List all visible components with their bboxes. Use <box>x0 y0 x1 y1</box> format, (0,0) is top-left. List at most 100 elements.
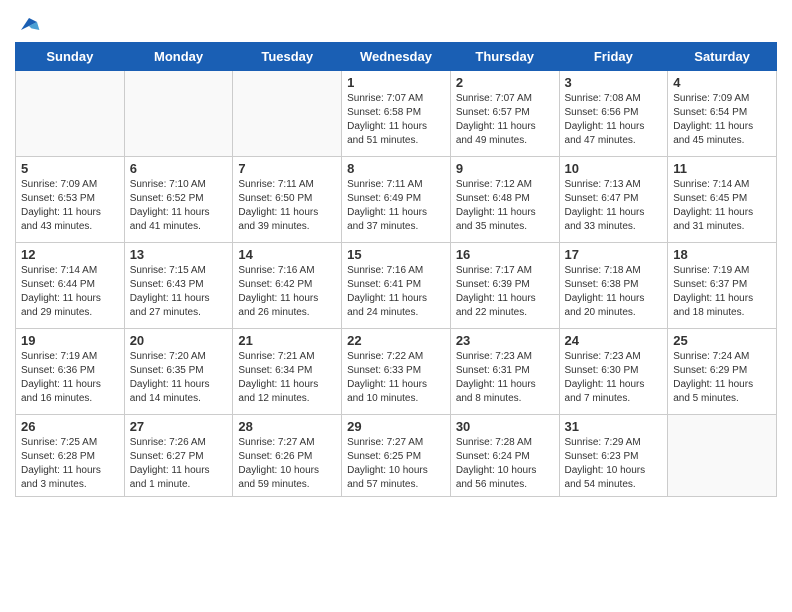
day-number: 8 <box>347 161 445 176</box>
day-info: Sunrise: 7:23 AM Sunset: 6:30 PM Dayligh… <box>565 350 663 406</box>
day-info: Sunrise: 7:15 AM Sunset: 6:43 PM Dayligh… <box>130 264 228 320</box>
col-saturday: Saturday <box>668 43 777 71</box>
day-number: 27 <box>130 419 228 434</box>
table-row: 9 Sunrise: 7:12 AM Sunset: 6:48 PM Daylig… <box>450 157 559 243</box>
table-row: 1 Sunrise: 7:07 AM Sunset: 6:58 PM Daylig… <box>342 71 451 157</box>
day-number: 23 <box>456 333 554 348</box>
table-row: 10 Sunrise: 7:13 AM Sunset: 6:47 PM Dayli… <box>559 157 668 243</box>
table-row: 25 Sunrise: 7:24 AM Sunset: 6:29 PM Dayli… <box>668 329 777 415</box>
day-info: Sunrise: 7:09 AM Sunset: 6:53 PM Dayligh… <box>21 178 119 234</box>
day-info: Sunrise: 7:19 AM Sunset: 6:37 PM Dayligh… <box>673 264 771 320</box>
day-info: Sunrise: 7:10 AM Sunset: 6:52 PM Dayligh… <box>130 178 228 234</box>
table-row: 7Sunrise: 7:11 AM Sunset: 6:50 PM Daylig… <box>233 157 342 243</box>
day-number: 18 <box>673 247 771 262</box>
table-row: 13 Sunrise: 7:15 AM Sunset: 6:43 PM Dayli… <box>124 243 233 329</box>
day-info: Sunrise: 7:28 AM Sunset: 6:24 PM Dayligh… <box>456 436 554 492</box>
day-number: 24 <box>565 333 663 348</box>
table-row: 14 Sunrise: 7:16 AM Sunset: 6:42 PM Dayli… <box>233 243 342 329</box>
table-row: 17 Sunrise: 7:18 AM Sunset: 6:38 PM Dayli… <box>559 243 668 329</box>
day-info: Sunrise: 7:16 AM Sunset: 6:42 PM Dayligh… <box>238 264 336 320</box>
table-row: 3 Sunrise: 7:08 AM Sunset: 6:56 PM Daylig… <box>559 71 668 157</box>
day-info: Sunrise: 7:26 AM Sunset: 6:27 PM Dayligh… <box>130 436 228 492</box>
calendar-table: Sunday Monday Tuesday Wednesday Thursday… <box>15 42 777 497</box>
day-number: 16 <box>456 247 554 262</box>
calendar-week-2: 5 Sunrise: 7:09 AM Sunset: 6:53 PM Daylig… <box>16 157 777 243</box>
day-number: 19 <box>21 333 119 348</box>
day-number: 13 <box>130 247 228 262</box>
day-number: 29 <box>347 419 445 434</box>
table-row: 2 Sunrise: 7:07 AM Sunset: 6:57 PM Daylig… <box>450 71 559 157</box>
day-number: 7 <box>238 161 336 176</box>
table-row: 30 Sunrise: 7:28 AM Sunset: 6:24 PM Dayli… <box>450 415 559 497</box>
day-info: Sunrise: 7:19 AM Sunset: 6:36 PM Dayligh… <box>21 350 119 406</box>
day-number: 12 <box>21 247 119 262</box>
day-number: 30 <box>456 419 554 434</box>
day-info: Sunrise: 7:20 AM Sunset: 6:35 PM Dayligh… <box>130 350 228 406</box>
table-row: 11 Sunrise: 7:14 AM Sunset: 6:45 PM Dayli… <box>668 157 777 243</box>
table-row: 29 Sunrise: 7:27 AM Sunset: 6:25 PM Dayli… <box>342 415 451 497</box>
day-number: 9 <box>456 161 554 176</box>
logo <box>15 14 41 34</box>
table-row: 12Sunrise: 7:14 AM Sunset: 6:44 PM Dayli… <box>16 243 125 329</box>
day-info: Sunrise: 7:27 AM Sunset: 6:26 PM Dayligh… <box>238 436 336 492</box>
day-number: 14 <box>238 247 336 262</box>
calendar-week-4: 19 Sunrise: 7:19 AM Sunset: 6:36 PM Dayli… <box>16 329 777 415</box>
col-thursday: Thursday <box>450 43 559 71</box>
day-info: Sunrise: 7:14 AM Sunset: 6:45 PM Dayligh… <box>673 178 771 234</box>
day-number: 1 <box>347 75 445 90</box>
table-row: 26Sunrise: 7:25 AM Sunset: 6:28 PM Dayli… <box>16 415 125 497</box>
day-info: Sunrise: 7:29 AM Sunset: 6:23 PM Dayligh… <box>565 436 663 492</box>
day-number: 17 <box>565 247 663 262</box>
day-info: Sunrise: 7:09 AM Sunset: 6:54 PM Dayligh… <box>673 92 771 148</box>
day-number: 15 <box>347 247 445 262</box>
day-info: Sunrise: 7:23 AM Sunset: 6:31 PM Dayligh… <box>456 350 554 406</box>
table-row: 22Sunrise: 7:22 AM Sunset: 6:33 PM Dayli… <box>342 329 451 415</box>
col-tuesday: Tuesday <box>233 43 342 71</box>
table-row: 16 Sunrise: 7:17 AM Sunset: 6:39 PM Dayli… <box>450 243 559 329</box>
table-row <box>668 415 777 497</box>
day-number: 28 <box>238 419 336 434</box>
header <box>15 10 777 34</box>
col-wednesday: Wednesday <box>342 43 451 71</box>
day-number: 10 <box>565 161 663 176</box>
col-sunday: Sunday <box>16 43 125 71</box>
table-row <box>233 71 342 157</box>
day-number: 2 <box>456 75 554 90</box>
day-info: Sunrise: 7:07 AM Sunset: 6:57 PM Dayligh… <box>456 92 554 148</box>
col-monday: Monday <box>124 43 233 71</box>
calendar-week-3: 12Sunrise: 7:14 AM Sunset: 6:44 PM Dayli… <box>16 243 777 329</box>
table-row: 20Sunrise: 7:20 AM Sunset: 6:35 PM Dayli… <box>124 329 233 415</box>
day-number: 5 <box>21 161 119 176</box>
table-row: 31 Sunrise: 7:29 AM Sunset: 6:23 PM Dayli… <box>559 415 668 497</box>
col-friday: Friday <box>559 43 668 71</box>
day-number: 3 <box>565 75 663 90</box>
day-number: 25 <box>673 333 771 348</box>
table-row: 27 Sunrise: 7:26 AM Sunset: 6:27 PM Dayli… <box>124 415 233 497</box>
day-info: Sunrise: 7:12 AM Sunset: 6:48 PM Dayligh… <box>456 178 554 234</box>
day-info: Sunrise: 7:17 AM Sunset: 6:39 PM Dayligh… <box>456 264 554 320</box>
calendar-page: Sunday Monday Tuesday Wednesday Thursday… <box>0 0 792 612</box>
table-row: 18 Sunrise: 7:19 AM Sunset: 6:37 PM Dayli… <box>668 243 777 329</box>
calendar-week-5: 26Sunrise: 7:25 AM Sunset: 6:28 PM Dayli… <box>16 415 777 497</box>
day-number: 26 <box>21 419 119 434</box>
day-info: Sunrise: 7:11 AM Sunset: 6:49 PM Dayligh… <box>347 178 445 234</box>
table-row: 28 Sunrise: 7:27 AM Sunset: 6:26 PM Dayli… <box>233 415 342 497</box>
table-row: 4 Sunrise: 7:09 AM Sunset: 6:54 PM Daylig… <box>668 71 777 157</box>
table-row: 5 Sunrise: 7:09 AM Sunset: 6:53 PM Daylig… <box>16 157 125 243</box>
day-number: 11 <box>673 161 771 176</box>
day-number: 4 <box>673 75 771 90</box>
day-info: Sunrise: 7:13 AM Sunset: 6:47 PM Dayligh… <box>565 178 663 234</box>
day-info: Sunrise: 7:18 AM Sunset: 6:38 PM Dayligh… <box>565 264 663 320</box>
day-info: Sunrise: 7:07 AM Sunset: 6:58 PM Dayligh… <box>347 92 445 148</box>
day-info: Sunrise: 7:08 AM Sunset: 6:56 PM Dayligh… <box>565 92 663 148</box>
table-row: 8 Sunrise: 7:11 AM Sunset: 6:49 PM Daylig… <box>342 157 451 243</box>
day-info: Sunrise: 7:27 AM Sunset: 6:25 PM Dayligh… <box>347 436 445 492</box>
day-number: 31 <box>565 419 663 434</box>
day-info: Sunrise: 7:24 AM Sunset: 6:29 PM Dayligh… <box>673 350 771 406</box>
day-number: 22 <box>347 333 445 348</box>
table-row <box>124 71 233 157</box>
table-row: 23 Sunrise: 7:23 AM Sunset: 6:31 PM Dayli… <box>450 329 559 415</box>
logo-bird-icon <box>17 14 41 38</box>
day-number: 6 <box>130 161 228 176</box>
day-info: Sunrise: 7:16 AM Sunset: 6:41 PM Dayligh… <box>347 264 445 320</box>
